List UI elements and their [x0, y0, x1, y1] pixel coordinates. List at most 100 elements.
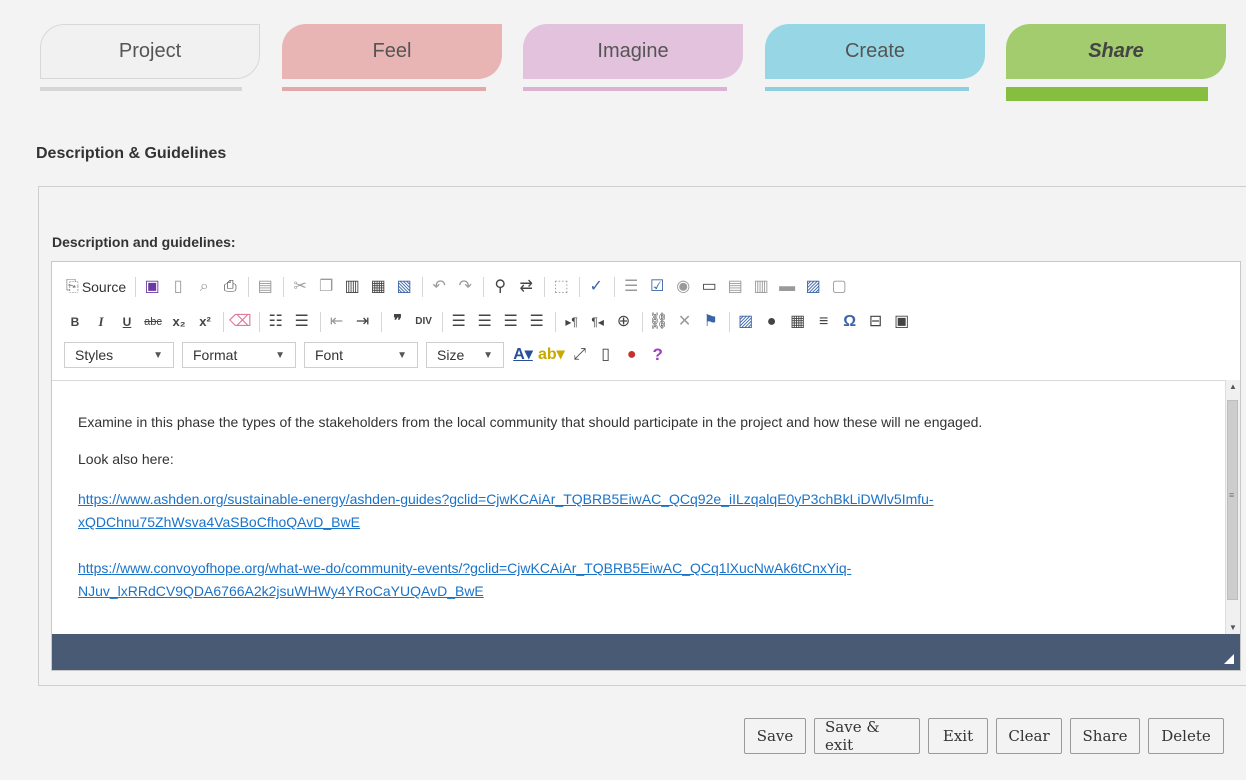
- radio-button[interactable]: ◉: [672, 276, 694, 298]
- clear-button[interactable]: Clear: [996, 718, 1062, 754]
- align-right-button[interactable]: ☰: [500, 311, 522, 333]
- copy-button[interactable]: ❐: [315, 276, 337, 298]
- page-break-button[interactable]: ⊟: [865, 311, 887, 333]
- scroll-up-icon[interactable]: ▲: [1229, 382, 1237, 391]
- tab-share[interactable]: Share: [1006, 24, 1226, 79]
- share-button[interactable]: Share: [1070, 718, 1140, 754]
- new-page-button[interactable]: ▯: [167, 276, 189, 298]
- image-button-button[interactable]: ▨: [802, 276, 824, 298]
- select-all-button[interactable]: ⬚: [550, 276, 572, 298]
- ltr-button[interactable]: ▸¶: [561, 311, 583, 333]
- language-button[interactable]: ⊕: [613, 311, 635, 333]
- save-exit-button[interactable]: Save & exit: [814, 718, 920, 754]
- maximize-button[interactable]: ⤢: [569, 344, 591, 366]
- scrollbar-thumb[interactable]: [1227, 400, 1238, 600]
- align-left-button[interactable]: ☰: [448, 311, 470, 333]
- find-icon: ⚲: [494, 278, 507, 295]
- content-link-1[interactable]: https://www.ashden.org/sustainable-energ…: [78, 488, 934, 534]
- indent-button[interactable]: ⇥: [352, 311, 374, 333]
- format-dropdown[interactable]: Format ▼: [182, 342, 296, 368]
- exit-button[interactable]: Exit: [928, 718, 988, 754]
- horizontal-rule-button[interactable]: ≡: [813, 311, 835, 333]
- align-center-button[interactable]: ☰: [474, 311, 496, 333]
- special-char-button[interactable]: Ω: [839, 311, 861, 333]
- rtl-button[interactable]: ¶◂: [587, 311, 609, 333]
- flash-button[interactable]: ●: [761, 311, 783, 333]
- blockquote-button[interactable]: ❞: [387, 311, 409, 333]
- styles-dropdown[interactable]: Styles ▼: [64, 342, 174, 368]
- bulleted-list-button[interactable]: ☰: [291, 311, 313, 333]
- strike-button[interactable]: abc: [142, 311, 164, 333]
- italic-button[interactable]: I: [90, 311, 112, 333]
- help-button[interactable]: ?: [647, 344, 669, 366]
- map-marker-button[interactable]: ●: [621, 344, 643, 366]
- paste-word-button[interactable]: ▧: [393, 276, 415, 298]
- unlink-icon: ✕: [677, 313, 692, 330]
- subscript-button[interactable]: x₂: [168, 311, 190, 333]
- paste-text-button[interactable]: ▦: [367, 276, 389, 298]
- form-button[interactable]: ☰: [620, 276, 642, 298]
- save-button[interactable]: Save: [744, 718, 806, 754]
- editor-scrollbar[interactable]: ▲ ≡ ▼: [1225, 380, 1240, 634]
- select-field-button[interactable]: ▥: [750, 276, 772, 298]
- anchor-button[interactable]: ⚑: [700, 311, 722, 333]
- show-blocks-button[interactable]: ▯: [595, 344, 617, 366]
- tab-imagine[interactable]: Imagine: [523, 24, 743, 79]
- toolbar-separator: [223, 312, 224, 332]
- unlink-button[interactable]: ✕: [674, 311, 696, 333]
- font-dropdown[interactable]: Font ▼: [304, 342, 418, 368]
- tab-feel[interactable]: Feel: [282, 24, 502, 79]
- link-convoy-line2[interactable]: NJuv_lxRRdCV9QDA6766A2k2jsuWHWy4YRoCaYUQ…: [78, 583, 484, 599]
- print-icon: ⎙: [223, 278, 237, 295]
- find-button[interactable]: ⚲: [489, 276, 511, 298]
- textarea-button[interactable]: ▤: [724, 276, 746, 298]
- delete-button[interactable]: Delete: [1148, 718, 1224, 754]
- scroll-down-icon[interactable]: ▼: [1229, 623, 1237, 632]
- paste-icon: ▥: [344, 278, 360, 295]
- remove-format-button[interactable]: ⌫: [229, 311, 252, 333]
- size-dropdown[interactable]: Size ▼: [426, 342, 504, 368]
- chevron-down-icon: ▼: [483, 349, 493, 361]
- select-all-icon: ⬚: [553, 278, 569, 295]
- outdent-button[interactable]: ⇤: [326, 311, 348, 333]
- underline-button[interactable]: U: [116, 311, 138, 333]
- youtube-button[interactable]: ▣: [891, 311, 913, 333]
- table-button[interactable]: ▦: [787, 311, 809, 333]
- templates-button[interactable]: ▤: [254, 276, 276, 298]
- editor-content[interactable]: Examine in this phase the types of the s…: [52, 380, 1226, 634]
- image-button[interactable]: ▨: [735, 311, 757, 333]
- text-color-button[interactable]: A▾: [512, 344, 534, 366]
- checkbox-button[interactable]: ☑: [646, 276, 668, 298]
- link-button[interactable]: ⛓: [648, 311, 670, 333]
- page-break-icon: ⊟: [868, 313, 883, 330]
- resize-handle-icon[interactable]: [1224, 654, 1234, 664]
- bold-button[interactable]: B: [64, 311, 86, 333]
- print-button[interactable]: ⎙: [219, 276, 241, 298]
- link-ashden-line2[interactable]: xQDChnu75ZhWsva4VaSBoCfhoQAvD_BwE: [78, 514, 360, 530]
- paste-button[interactable]: ▥: [341, 276, 363, 298]
- justify-button[interactable]: ☰: [526, 311, 548, 333]
- content-link-2[interactable]: https://www.convoyofhope.org/what-we-do/…: [78, 557, 851, 603]
- subscript-icon: x₂: [172, 314, 186, 329]
- redo-button[interactable]: ↷: [454, 276, 476, 298]
- div-button[interactable]: DIV: [413, 311, 435, 333]
- button-field-button[interactable]: ▬: [776, 276, 798, 298]
- map-marker-icon: ●: [626, 346, 637, 363]
- link-convoy-line1[interactable]: https://www.convoyofhope.org/what-we-do/…: [78, 560, 851, 576]
- save-doc-button[interactable]: ▣: [141, 276, 163, 298]
- spellcheck-button[interactable]: ✓: [585, 276, 607, 298]
- textfield-button[interactable]: ▭: [698, 276, 720, 298]
- tab-project[interactable]: Project: [40, 24, 260, 79]
- replace-button[interactable]: ⇄: [515, 276, 537, 298]
- superscript-button[interactable]: x²: [194, 311, 216, 333]
- link-ashden-line1[interactable]: https://www.ashden.org/sustainable-energ…: [78, 491, 934, 507]
- bg-color-button[interactable]: ab▾: [538, 344, 565, 366]
- action-buttons: Save Save & exit Exit Clear Share Delete: [744, 718, 1224, 754]
- numbered-list-button[interactable]: ☷: [265, 311, 287, 333]
- tab-create[interactable]: Create: [765, 24, 985, 79]
- hidden-field-button[interactable]: ▢: [828, 276, 850, 298]
- preview-button[interactable]: ⌕: [193, 276, 215, 298]
- undo-button[interactable]: ↶: [428, 276, 450, 298]
- cut-button[interactable]: ✂: [289, 276, 311, 298]
- source-button[interactable]: ⎘ Source: [64, 276, 128, 298]
